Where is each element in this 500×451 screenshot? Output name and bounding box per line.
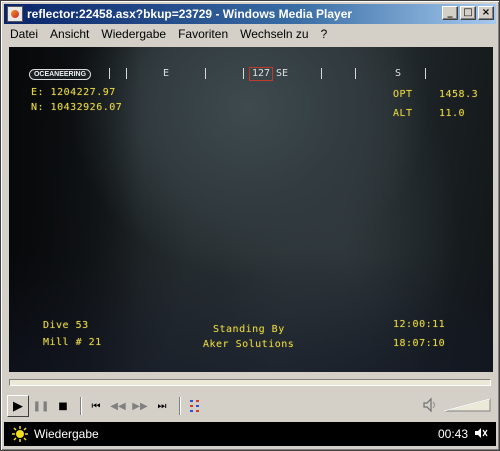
- compass-tick: [205, 68, 206, 79]
- speaker-icon[interactable]: [474, 427, 488, 442]
- rewind-button[interactable]: ◀◀: [108, 396, 128, 416]
- mill-readout: Mill # 21: [43, 337, 102, 348]
- menu-wiedergabe[interactable]: Wiedergabe: [95, 25, 172, 44]
- compass-letter-s: S: [395, 68, 402, 79]
- menu-datei[interactable]: Datei: [4, 25, 44, 44]
- title-bar[interactable]: reflector:22458.asx?bkup=23729 - Windows…: [4, 4, 496, 24]
- opt-value: 1458.3: [439, 89, 479, 100]
- opt-label: OPT: [393, 89, 413, 100]
- volume-slider[interactable]: [443, 398, 491, 412]
- caption-buttons: _ □ ×: [440, 6, 494, 20]
- caption-line-2: Aker Solutions: [203, 339, 295, 350]
- minimize-button[interactable]: _: [442, 6, 458, 20]
- compass-letter-se: SE: [276, 68, 289, 79]
- playing-status-icon: [12, 426, 28, 442]
- status-text: Wiedergabe: [34, 427, 99, 441]
- compass-tick: [243, 68, 244, 79]
- media-player-window: reflector:22458.asx?bkup=23729 - Windows…: [0, 0, 500, 451]
- status-bar: Wiedergabe 00:43: [4, 422, 496, 446]
- date-readout: 18:07:10: [393, 338, 446, 349]
- northing-readout: N: 10432926.07: [31, 102, 123, 113]
- caption-line-1: Standing By: [213, 324, 285, 335]
- stop-button[interactable]: ■: [53, 396, 73, 416]
- alt-value: 11.0: [439, 108, 466, 119]
- video-display[interactable]: OCEANEERING E 127 SE S E: 1204227.97 N: …: [9, 47, 493, 372]
- elapsed-time: 00:43: [437, 427, 468, 441]
- transport-controls: ▶ ❚❚ ■ ⏮ ◀◀ ▶▶ ⏭: [7, 394, 207, 418]
- compass-tick: [109, 68, 110, 79]
- app-icon[interactable]: [7, 6, 23, 22]
- mute-icon[interactable]: [421, 396, 439, 414]
- toolbar-separator: [179, 397, 180, 415]
- fast-forward-button[interactable]: ▶▶: [130, 396, 150, 416]
- maximize-button[interactable]: □: [460, 6, 476, 20]
- pause-button[interactable]: ❚❚: [31, 396, 51, 416]
- time-readout: 12:00:11: [393, 319, 446, 330]
- seek-bar[interactable]: [9, 379, 491, 386]
- compass-tick: [321, 68, 322, 79]
- oceaneering-logo: OCEANEERING: [29, 69, 91, 80]
- compass-tick: [355, 68, 356, 79]
- shuffle-icon[interactable]: [185, 396, 205, 416]
- menu-wechseln-zu[interactable]: Wechseln zu: [234, 25, 314, 44]
- menu-ansicht[interactable]: Ansicht: [44, 25, 95, 44]
- compass-letter-e: E: [163, 68, 170, 79]
- window-title: reflector:22458.asx?bkup=23729 - Windows…: [27, 7, 353, 21]
- compass-strip: E 127 SE S: [109, 66, 439, 82]
- menu-help[interactable]: ?: [315, 25, 334, 44]
- compass-tick: [126, 68, 127, 79]
- close-button[interactable]: ×: [478, 6, 494, 20]
- alt-label: ALT: [393, 108, 413, 119]
- toolbar-separator: [80, 397, 81, 415]
- compass-tick: [425, 68, 426, 79]
- dive-readout: Dive 53: [43, 320, 89, 331]
- play-button[interactable]: ▶: [7, 395, 29, 417]
- heading-readout: 127: [249, 67, 274, 81]
- next-button[interactable]: ⏭: [152, 396, 172, 416]
- menu-favoriten[interactable]: Favoriten: [172, 25, 234, 44]
- previous-button[interactable]: ⏮: [86, 396, 106, 416]
- easting-readout: E: 1204227.97: [31, 87, 116, 98]
- menu-bar: Datei Ansicht Wiedergabe Favoriten Wechs…: [4, 25, 496, 44]
